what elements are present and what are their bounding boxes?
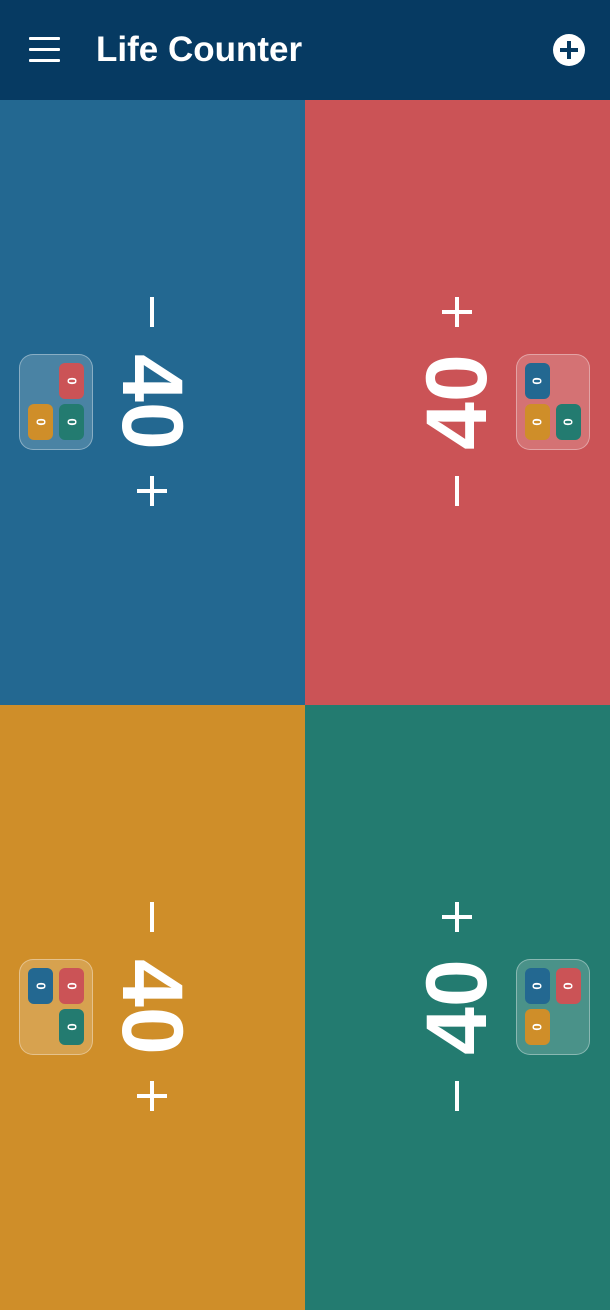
life-total: 40 xyxy=(104,354,200,450)
commander-damage-from-red[interactable]: 0 xyxy=(556,968,581,1004)
commander-damage-panel[interactable]: 0 0 0 xyxy=(19,354,93,450)
app-bar: Life Counter xyxy=(0,0,610,100)
life-counter-screen: Life Counter 40 0 0 0 40 0 0 0 40 0 0 0 … xyxy=(0,0,610,1310)
commander-damage-from-red[interactable]: 0 xyxy=(59,363,84,399)
commander-damage-from-teal[interactable]: 0 xyxy=(59,1009,84,1045)
menu-icon[interactable] xyxy=(22,30,66,70)
increase-life-button[interactable] xyxy=(432,287,482,337)
life-total: 40 xyxy=(409,959,505,1055)
increase-life-button[interactable] xyxy=(432,892,482,942)
player-panel-yellow[interactable]: 40 0 0 0 xyxy=(0,705,305,1310)
decrease-life-button[interactable] xyxy=(432,1071,482,1121)
increase-life-button[interactable] xyxy=(127,466,177,516)
player-panel-teal[interactable]: 40 0 0 0 xyxy=(305,705,610,1310)
commander-damage-from-blue[interactable]: 0 xyxy=(28,968,53,1004)
decrease-life-button[interactable] xyxy=(127,892,177,942)
decrease-life-button[interactable] xyxy=(432,466,482,516)
commander-damage-panel[interactable]: 0 0 0 xyxy=(516,959,590,1055)
player-panel-blue[interactable]: 40 0 0 0 xyxy=(0,100,305,705)
life-total: 40 xyxy=(409,354,505,450)
commander-damage-panel[interactable]: 0 0 0 xyxy=(516,354,590,450)
commander-damage-from-yellow[interactable]: 0 xyxy=(525,404,550,440)
add-icon[interactable] xyxy=(550,31,588,69)
commander-damage-from-blue[interactable]: 0 xyxy=(525,363,550,399)
increase-life-button[interactable] xyxy=(127,1071,177,1121)
commander-damage-from-teal[interactable]: 0 xyxy=(59,404,84,440)
commander-damage-from-red[interactable]: 0 xyxy=(59,968,84,1004)
commander-damage-from-yellow[interactable]: 0 xyxy=(525,1009,550,1045)
commander-damage-from-blue[interactable]: 0 xyxy=(525,968,550,1004)
commander-damage-from-teal[interactable]: 0 xyxy=(556,404,581,440)
player-panel-red[interactable]: 40 0 0 0 xyxy=(305,100,610,705)
life-total: 40 xyxy=(104,959,200,1055)
commander-damage-from-yellow[interactable]: 0 xyxy=(28,404,53,440)
app-title: Life Counter xyxy=(96,30,303,69)
commander-damage-panel[interactable]: 0 0 0 xyxy=(19,959,93,1055)
decrease-life-button[interactable] xyxy=(127,287,177,337)
